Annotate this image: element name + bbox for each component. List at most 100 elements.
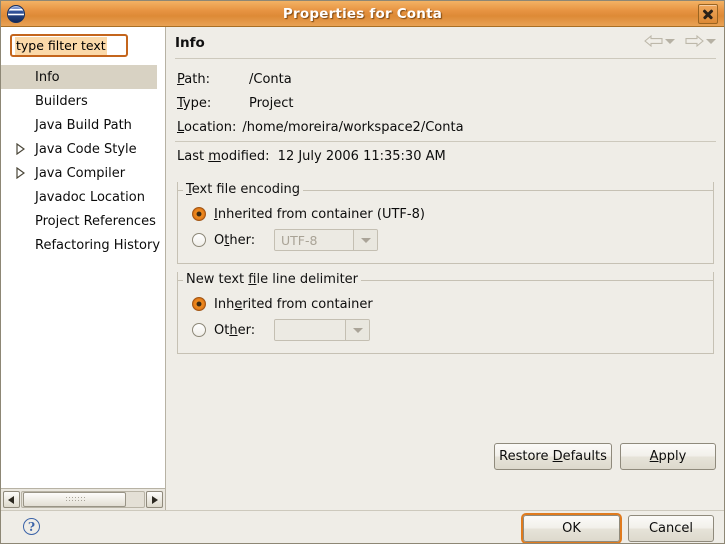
window-title: Properties for Conta	[282, 5, 443, 22]
back-arrow-glyph	[644, 34, 663, 48]
sidebar-item-label: Builders	[35, 93, 88, 109]
path-value: /Conta	[249, 71, 292, 87]
delimiter-inherited-label: Inherited from container	[214, 296, 373, 312]
sidebar-item-label: Java Compiler	[35, 165, 126, 181]
group-content: Inherited from container (UTF-8) Other: …	[178, 191, 713, 253]
sidebar-item-java-code-style[interactable]: Java Code Style	[1, 137, 165, 161]
page-title: Info	[175, 34, 205, 51]
location-label: Location:	[177, 119, 237, 135]
sidebar-item-builders[interactable]: Builders	[1, 89, 165, 113]
help-icon[interactable]: ?	[23, 518, 40, 535]
sidebar-item-java-build-path[interactable]: Java Build Path	[1, 113, 165, 137]
chevron-down-icon	[706, 38, 716, 44]
chevron-right-icon[interactable]	[13, 141, 29, 157]
restore-defaults-label: Restore Defaults	[499, 449, 607, 464]
filter-input-text: type filter text	[15, 36, 107, 55]
encoding-inherited-label: Inherited from container (UTF-8)	[214, 206, 425, 222]
sidebar-item-label: Java Code Style	[35, 141, 137, 157]
delimiter-combo-value	[275, 320, 345, 340]
chevron-right-icon[interactable]	[13, 165, 29, 181]
tree-horizontal-scrollbar[interactable]	[1, 488, 165, 510]
chevron-down-icon[interactable]	[345, 320, 369, 340]
radio-unselected-icon[interactable]	[192, 323, 206, 337]
line-delimiter-group: New text file line delimiter Inherited f…	[177, 272, 714, 354]
properties-dialog-window: Properties for Conta type filter text In…	[0, 0, 725, 544]
tree-expander-placeholder	[13, 69, 29, 85]
radio-selected-icon[interactable]	[192, 297, 206, 311]
cancel-label: Cancel	[648, 521, 694, 536]
title-bar: Properties for Conta	[1, 1, 724, 27]
sidebar-item-info[interactable]: Info	[1, 65, 157, 89]
search-input[interactable]: type filter text	[10, 34, 128, 57]
triangle-right-glyph	[16, 167, 25, 179]
group-content: Inherited from container Other:	[178, 281, 713, 343]
sidebar-item-label: Javadoc Location	[35, 189, 145, 205]
delimiter-other-label: Other:	[214, 322, 256, 338]
chevron-down-icon	[665, 38, 675, 44]
sidebar-item-label: Info	[35, 69, 60, 85]
chevron-down-icon[interactable]	[353, 230, 377, 250]
restore-defaults-button[interactable]: Restore Defaults	[494, 443, 612, 470]
content-pane: Info Path: /Conta Type: Project Location…	[167, 27, 724, 510]
dialog-body: type filter text Info Builders Java Buil…	[1, 27, 724, 543]
type-row: Type: Project	[177, 91, 714, 115]
type-value: Project	[249, 95, 294, 111]
scroll-right-icon[interactable]	[146, 491, 163, 508]
sidebar-item-label: Project References	[35, 213, 156, 229]
scrollbar-thumb[interactable]	[23, 492, 126, 507]
history-nav	[644, 34, 716, 48]
delimiter-combo[interactable]	[274, 319, 370, 341]
scroll-left-icon[interactable]	[3, 491, 20, 508]
encoding-inherited-row[interactable]: Inherited from container (UTF-8)	[192, 201, 713, 227]
tree-expander-placeholder	[13, 189, 29, 205]
forward-arrow-glyph	[685, 34, 704, 48]
scrollbar-grip-icon	[64, 496, 85, 503]
sidebar-item-java-compiler[interactable]: Java Compiler	[1, 161, 165, 185]
info-fields: Path: /Conta Type: Project Location: /ho…	[167, 59, 724, 141]
type-label: Type:	[177, 95, 212, 111]
dialog-footer: ? OK Cancel	[1, 510, 724, 543]
apply-button[interactable]: Apply	[620, 443, 716, 470]
tree-expander-placeholder	[13, 213, 29, 229]
tree-expander-placeholder	[13, 117, 29, 133]
scrollbar-track[interactable]	[21, 491, 145, 508]
settings-tree: Info Builders Java Build Path Java Code …	[1, 63, 165, 257]
group-title: Text file encoding	[183, 182, 304, 198]
sidebar-item-javadoc-location[interactable]: Javadoc Location	[1, 185, 165, 209]
content-header: Info	[167, 27, 724, 58]
location-row: Location: /home/moreira/workspace2/Conta	[177, 115, 714, 139]
encoding-combo-value: UTF-8	[275, 230, 353, 250]
apply-label: Apply	[649, 449, 687, 464]
path-label: Path:	[177, 71, 210, 87]
sidebar-item-refactoring-history[interactable]: Refactoring History	[1, 233, 165, 257]
settings-tree-pane: type filter text Info Builders Java Buil…	[1, 27, 166, 510]
last-modified-value: 12 July 2006 11:35:30 AM	[277, 149, 446, 164]
delimiter-inherited-row[interactable]: Inherited from container	[192, 291, 713, 317]
sidebar-item-label: Java Build Path	[35, 117, 132, 133]
eclipse-sphere-icon	[7, 4, 25, 23]
ok-button[interactable]: OK	[523, 515, 620, 542]
triangle-right-glyph	[16, 143, 25, 155]
back-arrow-icon[interactable]	[644, 34, 675, 48]
encoding-combo[interactable]: UTF-8	[274, 229, 378, 251]
filter-area: type filter text	[1, 27, 165, 63]
forward-arrow-icon[interactable]	[685, 34, 716, 48]
footer-buttons: OK Cancel	[523, 515, 714, 542]
encoding-other-label: Other:	[214, 232, 256, 248]
last-modified-row: Last modified: 12 July 2006 11:35:30 AM	[167, 142, 724, 174]
delimiter-other-row[interactable]: Other:	[192, 317, 713, 343]
page-action-buttons: Restore Defaults Apply	[494, 443, 716, 470]
tree-expander-placeholder	[13, 93, 29, 109]
radio-selected-icon[interactable]	[192, 207, 206, 221]
group-title: New text file line delimiter	[183, 272, 362, 288]
location-value: /home/moreira/workspace2/Conta	[242, 119, 464, 135]
sidebar-item-project-references[interactable]: Project References	[1, 209, 165, 233]
path-row: Path: /Conta	[177, 67, 714, 91]
cancel-button[interactable]: Cancel	[628, 515, 714, 542]
radio-unselected-icon[interactable]	[192, 233, 206, 247]
close-icon[interactable]	[698, 3, 718, 24]
encoding-other-row[interactable]: Other: UTF-8	[192, 227, 713, 253]
ok-label: OK	[562, 521, 581, 536]
last-modified-label: Last modified:	[177, 149, 270, 164]
sidebar-item-label: Refactoring History	[35, 237, 161, 253]
